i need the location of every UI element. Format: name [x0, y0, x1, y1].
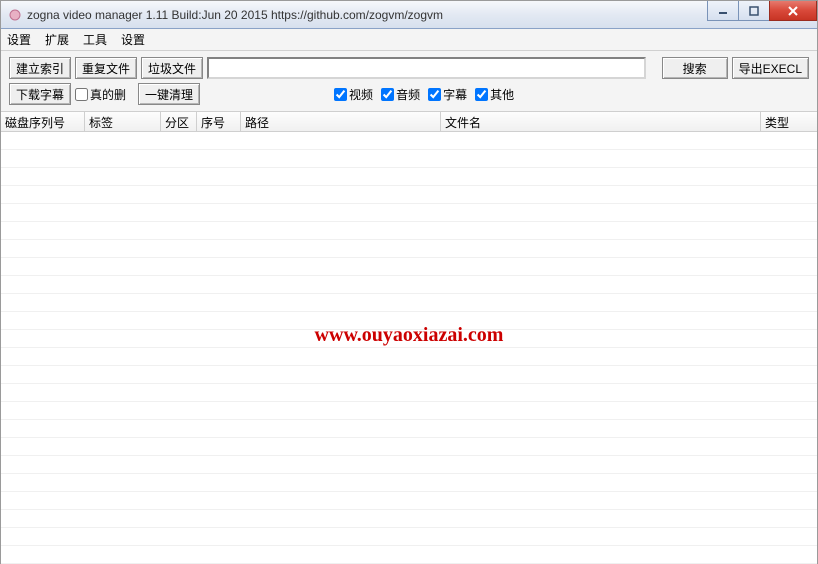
- filter-audio[interactable]: 音频: [381, 86, 420, 103]
- search-input[interactable]: [207, 57, 646, 79]
- table-row[interactable]: [1, 474, 817, 492]
- table-row[interactable]: [1, 348, 817, 366]
- grid-rows: [1, 132, 817, 564]
- filter-other[interactable]: 其他: [475, 86, 514, 103]
- table-row[interactable]: [1, 330, 817, 348]
- minimize-button[interactable]: [707, 1, 739, 21]
- menu-settings[interactable]: 设置: [7, 31, 31, 48]
- maximize-button[interactable]: [738, 1, 770, 21]
- col-filename[interactable]: 文件名: [441, 112, 761, 131]
- really-delete-checkbox[interactable]: 真的删: [75, 86, 126, 103]
- menu-bar: 设置 扩展 工具 设置: [1, 29, 817, 51]
- download-subtitle-button[interactable]: 下载字幕: [9, 83, 71, 105]
- table-row[interactable]: [1, 150, 817, 168]
- table-row[interactable]: [1, 402, 817, 420]
- col-seq[interactable]: 序号: [197, 112, 241, 131]
- table-row[interactable]: [1, 222, 817, 240]
- toolbar-row-1: 建立索引 重复文件 垃圾文件 搜索 导出EXECL: [1, 51, 817, 81]
- toolbar-row-2: 下载字幕 真的删 一键清理 视频 音频 字幕 其他: [1, 81, 817, 112]
- window-controls: [708, 1, 817, 21]
- col-disk-serial[interactable]: 磁盘序列号: [1, 112, 85, 131]
- really-delete-input[interactable]: [75, 88, 88, 101]
- table-row[interactable]: [1, 258, 817, 276]
- table-row[interactable]: [1, 366, 817, 384]
- table-row[interactable]: [1, 528, 817, 546]
- table-row[interactable]: [1, 492, 817, 510]
- table-row[interactable]: [1, 240, 817, 258]
- table-row[interactable]: [1, 420, 817, 438]
- duplicate-files-button[interactable]: 重复文件: [75, 57, 137, 79]
- search-button[interactable]: 搜索: [662, 57, 728, 79]
- table-row[interactable]: [1, 186, 817, 204]
- really-delete-label: 真的删: [90, 86, 126, 103]
- filter-group: 视频 音频 字幕 其他: [334, 86, 522, 103]
- table-row[interactable]: [1, 294, 817, 312]
- grid-header: 磁盘序列号 标签 分区 序号 路径 文件名 类型: [1, 112, 817, 132]
- data-grid[interactable]: 磁盘序列号 标签 分区 序号 路径 文件名 类型 www.ouyaoxiazai…: [1, 112, 817, 564]
- window-title: zogna video manager 1.11 Build:Jun 20 20…: [27, 8, 815, 22]
- col-partition[interactable]: 分区: [161, 112, 197, 131]
- filter-subtitle[interactable]: 字幕: [428, 86, 467, 103]
- export-excel-button[interactable]: 导出EXECL: [732, 57, 809, 79]
- menu-tools[interactable]: 工具: [83, 31, 107, 48]
- title-bar: zogna video manager 1.11 Build:Jun 20 20…: [1, 1, 817, 29]
- table-row[interactable]: [1, 276, 817, 294]
- col-path[interactable]: 路径: [241, 112, 441, 131]
- table-row[interactable]: [1, 132, 817, 150]
- menu-extensions[interactable]: 扩展: [45, 31, 69, 48]
- table-row[interactable]: [1, 204, 817, 222]
- col-tags[interactable]: 标签: [85, 112, 161, 131]
- table-row[interactable]: [1, 456, 817, 474]
- build-index-button[interactable]: 建立索引: [9, 57, 71, 79]
- table-row[interactable]: [1, 312, 817, 330]
- menu-settings-2[interactable]: 设置: [121, 31, 145, 48]
- table-row[interactable]: [1, 168, 817, 186]
- col-type[interactable]: 类型: [761, 112, 805, 131]
- app-icon: [7, 7, 23, 23]
- table-row[interactable]: [1, 546, 817, 564]
- one-key-clean-button[interactable]: 一键清理: [138, 83, 200, 105]
- table-row[interactable]: [1, 438, 817, 456]
- junk-files-button[interactable]: 垃圾文件: [141, 57, 203, 79]
- close-button[interactable]: [769, 1, 817, 21]
- table-row[interactable]: [1, 510, 817, 528]
- filter-video[interactable]: 视频: [334, 86, 373, 103]
- table-row[interactable]: [1, 384, 817, 402]
